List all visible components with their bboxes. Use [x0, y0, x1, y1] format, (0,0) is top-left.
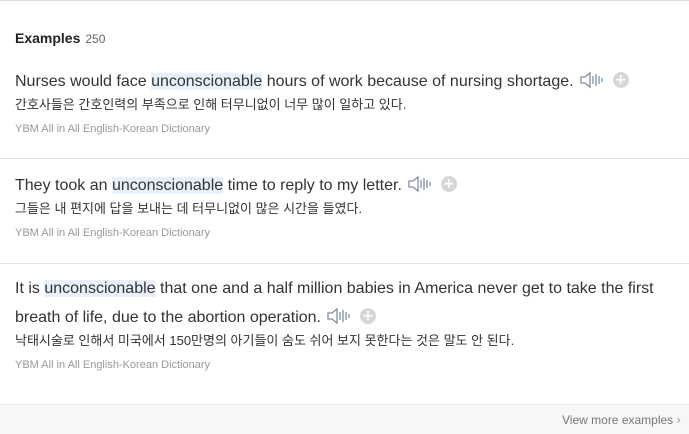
example-text: It is: [15, 280, 45, 297]
example-korean: 낙태시술로 인해서 미국에서 150만명의 아기들이 숨도 쉬어 보지 못한다는…: [15, 333, 515, 348]
example-item: Nurses would face unconscionable hours o…: [0, 67, 689, 159]
example-text: time to reply to my letter.: [223, 177, 402, 194]
examples-panel: Examples 250 Nurses would face unconscio…: [0, 0, 689, 434]
example-text: Nurses would face: [15, 73, 152, 90]
example-korean: 그들은 내 편지에 답을 보내는 데 터무니없이 많은 시간을 들였다.: [15, 201, 363, 216]
examples-title: Examples: [15, 30, 81, 46]
plus-icon[interactable]: +: [440, 176, 457, 193]
example-item: It is unconscionable that one and a half…: [0, 274, 689, 384]
view-more-examples-link[interactable]: View more examples ›: [562, 413, 681, 427]
plus-icon[interactable]: +: [612, 72, 629, 89]
example-text: They took an: [15, 177, 112, 194]
example-source: YBM All in All English-Korean Dictionary: [15, 227, 211, 239]
example-english: It is unconscionable that one and a half…: [15, 274, 671, 332]
keyword-highlight[interactable]: unconscionable: [151, 73, 263, 90]
example-korean: 간호사들은 간호인력의 부족으로 인해 터무니없이 너무 많이 일하고 있다.: [15, 97, 407, 112]
example-item: They took an unconscionable time to repl…: [0, 171, 689, 264]
example-source: YBM All in All English-Korean Dictionary: [15, 359, 211, 371]
speaker-icon[interactable]: [407, 174, 431, 194]
examples-footer: View more examples ›: [0, 404, 689, 434]
view-more-label: View more examples: [562, 413, 674, 427]
speaker-icon[interactable]: [579, 70, 603, 90]
examples-count: 250: [85, 32, 106, 46]
example-text: hours of work because of nursing shortag…: [262, 73, 574, 90]
keyword-highlight[interactable]: unconscionable: [44, 280, 156, 297]
chevron-right-icon: ›: [676, 413, 681, 427]
example-english: Nurses would face unconscionable hours o…: [15, 67, 671, 96]
speaker-icon[interactable]: [326, 306, 350, 326]
examples-header: Examples 250: [15, 30, 105, 48]
example-source: YBM All in All English-Korean Dictionary: [15, 123, 211, 135]
keyword-highlight[interactable]: unconscionable: [111, 177, 224, 194]
example-english: They took an unconscionable time to repl…: [15, 171, 671, 200]
plus-icon[interactable]: +: [360, 308, 376, 325]
